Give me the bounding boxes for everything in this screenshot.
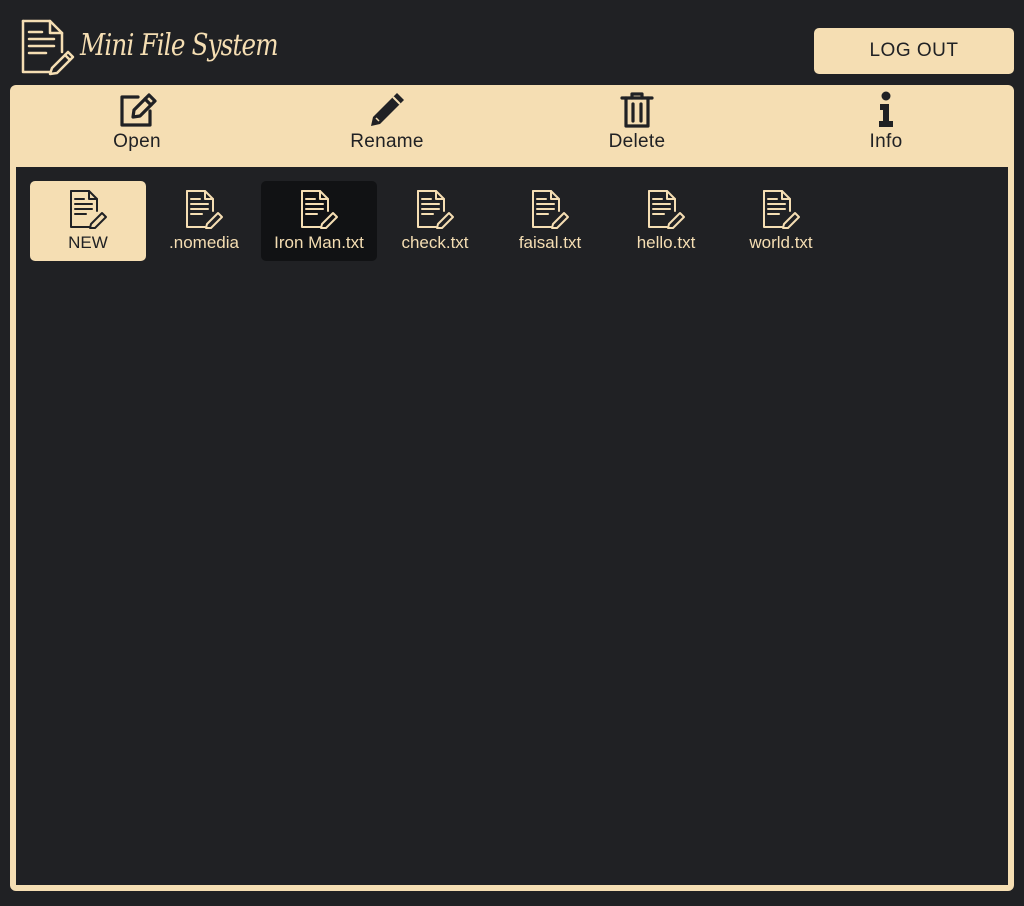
file-name: world.txt bbox=[749, 233, 813, 252]
app-title: Mini File System bbox=[80, 28, 279, 63]
file-item-iron-man[interactable]: Iron Man.txt bbox=[261, 181, 377, 261]
file-icon bbox=[532, 190, 569, 229]
file-item-check[interactable]: check.txt bbox=[377, 181, 493, 261]
file-name: check.txt bbox=[401, 233, 469, 252]
trash-icon bbox=[620, 92, 654, 128]
header: Mini File System LOG OUT bbox=[0, 0, 1024, 85]
delete-button[interactable]: Delete bbox=[562, 91, 712, 163]
delete-label: Delete bbox=[608, 131, 666, 152]
file-item-hello[interactable]: hello.txt bbox=[608, 181, 724, 261]
rename-button[interactable]: Rename bbox=[312, 91, 462, 163]
new-file-item[interactable]: NEW bbox=[30, 181, 146, 261]
file-browser-panel: Open Rename Delete Info NEW .nomedia Iro… bbox=[10, 85, 1014, 891]
document-edit-icon bbox=[21, 19, 75, 76]
info-button[interactable]: Info bbox=[811, 91, 961, 163]
new-file-icon bbox=[70, 190, 107, 229]
file-name: NEW bbox=[68, 233, 108, 252]
info-icon bbox=[879, 91, 893, 127]
info-label: Info bbox=[869, 131, 903, 152]
file-item-nomedia[interactable]: .nomedia bbox=[146, 181, 262, 261]
file-grid: NEW .nomedia Iron Man.txt check.txt fais… bbox=[16, 167, 1008, 885]
file-item-world[interactable]: world.txt bbox=[723, 181, 839, 261]
open-edit-icon bbox=[120, 93, 157, 127]
file-item-faisal[interactable]: faisal.txt bbox=[492, 181, 608, 261]
file-name: hello.txt bbox=[636, 233, 696, 252]
logout-button[interactable]: LOG OUT bbox=[814, 28, 1014, 74]
file-name: Iron Man.txt bbox=[274, 233, 364, 252]
file-icon bbox=[763, 190, 800, 229]
file-name: .nomedia bbox=[169, 233, 239, 252]
pencil-icon bbox=[371, 93, 404, 126]
toolbar: Open Rename Delete Info bbox=[10, 85, 1014, 167]
file-icon bbox=[301, 190, 338, 229]
open-button[interactable]: Open bbox=[62, 91, 212, 163]
open-label: Open bbox=[113, 131, 161, 152]
file-name: faisal.txt bbox=[518, 233, 582, 252]
file-icon bbox=[417, 190, 454, 229]
file-icon bbox=[648, 190, 685, 229]
app-logo: Mini File System bbox=[20, 18, 321, 76]
rename-label: Rename bbox=[350, 131, 424, 152]
file-icon bbox=[186, 190, 223, 229]
